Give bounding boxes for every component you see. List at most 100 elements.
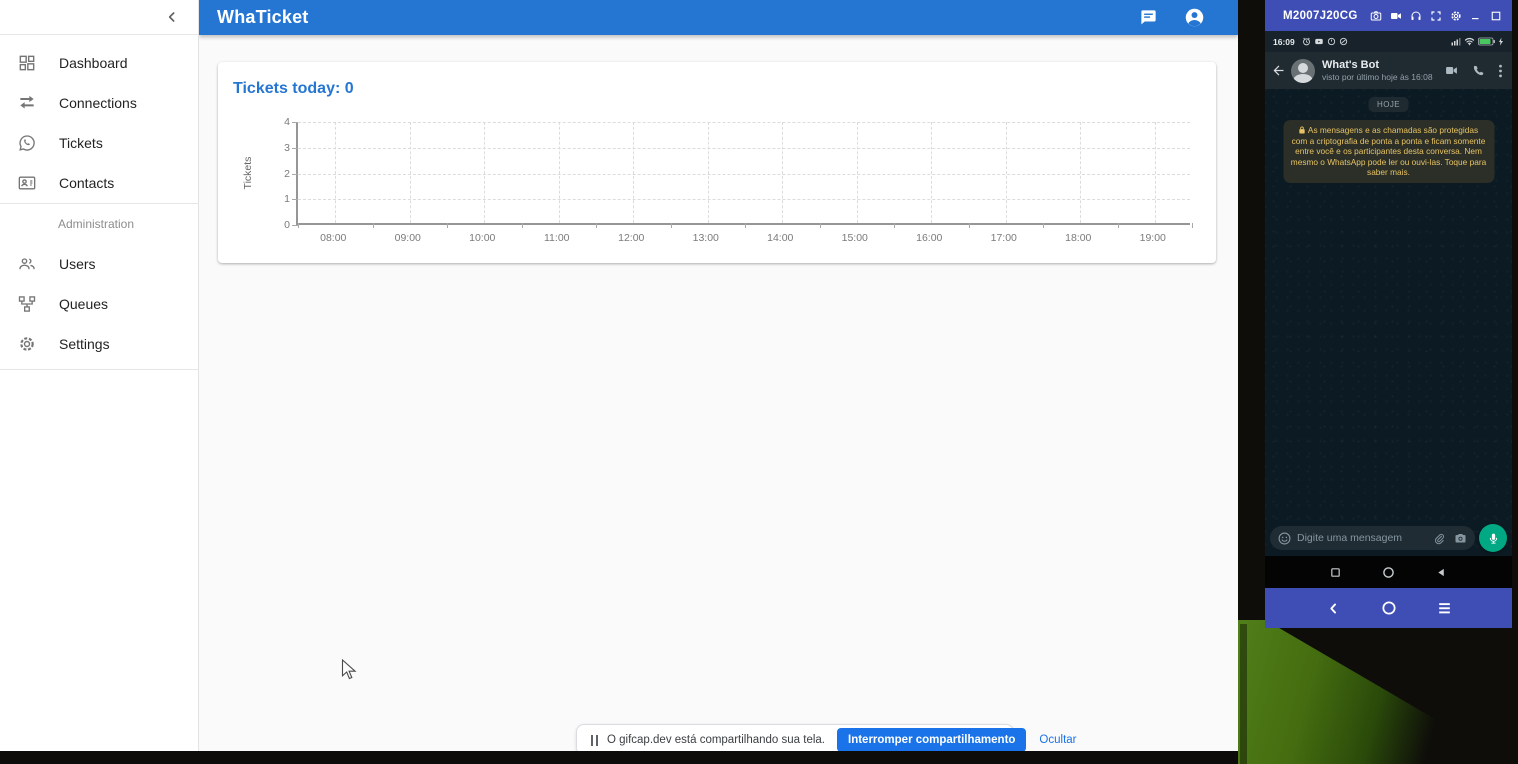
attach-icon[interactable]: [1433, 532, 1445, 545]
settings-gear-icon: [15, 332, 39, 356]
message-input-row: [1265, 523, 1512, 553]
x-tick-label: 16:00: [916, 232, 942, 244]
sidebar-item-users[interactable]: Users: [0, 244, 198, 284]
back-triangle-icon[interactable]: [1436, 567, 1447, 578]
x-gridline: [857, 122, 858, 223]
users-icon: [15, 252, 39, 276]
sidebar-item-tickets[interactable]: Tickets: [0, 123, 198, 163]
back-chevron-icon[interactable]: [1326, 601, 1341, 616]
x-minor-tickmark: [1043, 223, 1044, 228]
battery-icon: [1478, 37, 1495, 46]
x-gridline: [1080, 122, 1081, 223]
queues-tree-icon: [15, 292, 39, 316]
app-bar: WhaTicket: [199, 0, 1238, 35]
back-arrow-icon[interactable]: [1271, 63, 1286, 78]
pause-bars-icon: [591, 735, 598, 746]
sidebar-item-dashboard[interactable]: Dashboard: [0, 43, 198, 83]
audio-headphones-icon[interactable]: [1410, 9, 1423, 22]
account-circle-icon[interactable]: [1182, 6, 1206, 30]
maximize-icon[interactable]: [1490, 9, 1503, 22]
minimize-icon[interactable]: [1470, 9, 1483, 22]
emoji-icon[interactable]: [1278, 532, 1291, 545]
sidebar-item-queues[interactable]: Queues: [0, 284, 198, 324]
close-icon[interactable]: [1510, 9, 1512, 22]
mouse-cursor: [341, 659, 357, 681]
sidebar-divider: [0, 369, 198, 370]
emulator-title: M2007J20CG: [1283, 10, 1358, 22]
menu-hamburger-icon[interactable]: [1437, 602, 1452, 615]
x-tick-label: 09:00: [395, 232, 421, 244]
whaticket-app-window: WhaTicket Da: [0, 0, 1238, 751]
x-gridline: [708, 122, 709, 223]
x-minor-tickmark: [745, 223, 746, 228]
y-tickmark: [292, 174, 298, 175]
emulator-titlebar: M2007J20CG: [1265, 0, 1512, 31]
voice-call-icon[interactable]: [1472, 64, 1485, 77]
sidebar-item-label: Users: [59, 256, 96, 272]
connections-swap-icon: [15, 91, 39, 115]
sidebar-item-label: Contacts: [59, 175, 114, 191]
x-minor-tickmark: [671, 223, 672, 228]
sidebar-item-label: Connections: [59, 95, 137, 111]
more-options-icon[interactable]: [1498, 64, 1503, 78]
message-input-pill: [1270, 526, 1475, 550]
sidebar-item-label: Dashboard: [59, 55, 128, 71]
wifi-icon: [1464, 37, 1475, 46]
android-statusbar: 16:09: [1265, 31, 1512, 52]
contact-avatar[interactable]: [1291, 59, 1315, 83]
tickets-chart-card: Tickets today: 0 Tickets 01234 08:0009:0…: [218, 62, 1216, 263]
y-tickmark: [292, 122, 298, 123]
sidebar-item-connections[interactable]: Connections: [0, 83, 198, 123]
x-minor-tickmark: [298, 223, 299, 228]
android-navbar: [1265, 556, 1512, 588]
x-tick-label: 08:00: [320, 232, 346, 244]
screenshot-camera-icon[interactable]: [1370, 9, 1383, 22]
whatsapp-chat-header: What's Bot visto por último hoje às 16:0…: [1265, 52, 1512, 89]
y-gridline: [298, 174, 1190, 175]
x-tick-label: 10:00: [469, 232, 495, 244]
x-gridline: [559, 122, 560, 223]
x-tick-label: 14:00: [767, 232, 793, 244]
camera-icon[interactable]: [1454, 532, 1467, 544]
x-minor-tickmark: [820, 223, 821, 228]
chevron-left-icon: [164, 9, 180, 25]
emulator-control-bar: [1265, 588, 1512, 628]
message-text-input[interactable]: [1297, 532, 1433, 544]
x-tick-label: 19:00: [1140, 232, 1166, 244]
sidebar: Dashboard Connections Tickets: [0, 0, 199, 751]
home-circle-icon[interactable]: [1382, 566, 1395, 579]
contact-name: What's Bot: [1322, 59, 1433, 71]
collapse-drawer-button[interactable]: [164, 9, 180, 25]
x-gridline: [1006, 122, 1007, 223]
recents-square-icon[interactable]: [1330, 567, 1341, 578]
video-call-icon[interactable]: [1444, 64, 1459, 77]
main-content: Tickets today: 0 Tickets 01234 08:0009:0…: [199, 35, 1238, 751]
contact-last-seen: visto por último hoje às 16:08: [1322, 72, 1433, 82]
chart-title: Tickets today: 0: [233, 80, 354, 98]
hide-share-bar-link[interactable]: Ocultar: [1039, 734, 1076, 746]
home-circle-icon[interactable]: [1381, 600, 1397, 616]
mic-button[interactable]: [1479, 524, 1507, 552]
mic-icon: [1487, 531, 1500, 546]
sidebar-item-label: Settings: [59, 336, 110, 352]
fullscreen-icon[interactable]: [1430, 9, 1443, 22]
x-minor-tickmark: [894, 223, 895, 228]
x-tick-label: 18:00: [1065, 232, 1091, 244]
x-gridline: [633, 122, 634, 223]
settings-gear-icon[interactable]: [1450, 9, 1463, 22]
sidebar-item-contacts[interactable]: Contacts: [0, 163, 198, 203]
x-gridline: [1155, 122, 1156, 223]
x-axis-ticks: 08:0009:0010:0011:0012:0013:0014:0015:00…: [296, 232, 1190, 246]
share-message: O gifcap.dev está compartilhando sua tel…: [607, 734, 825, 746]
android-screen: 16:09: [1265, 31, 1512, 588]
y-gridline: [298, 148, 1190, 149]
chat-icon[interactable]: [1136, 6, 1160, 30]
record-video-icon[interactable]: [1390, 9, 1403, 22]
chart-plot-area: [296, 122, 1190, 225]
e2e-encryption-notice[interactable]: As mensagens e as chamadas são protegida…: [1283, 120, 1494, 183]
date-badge: HOJE: [1368, 97, 1409, 112]
sidebar-item-settings[interactable]: Settings: [0, 324, 198, 364]
stop-sharing-button[interactable]: Interromper compartilhamento: [837, 728, 1026, 751]
statusbar-time: 16:09: [1273, 37, 1295, 47]
x-gridline: [931, 122, 932, 223]
